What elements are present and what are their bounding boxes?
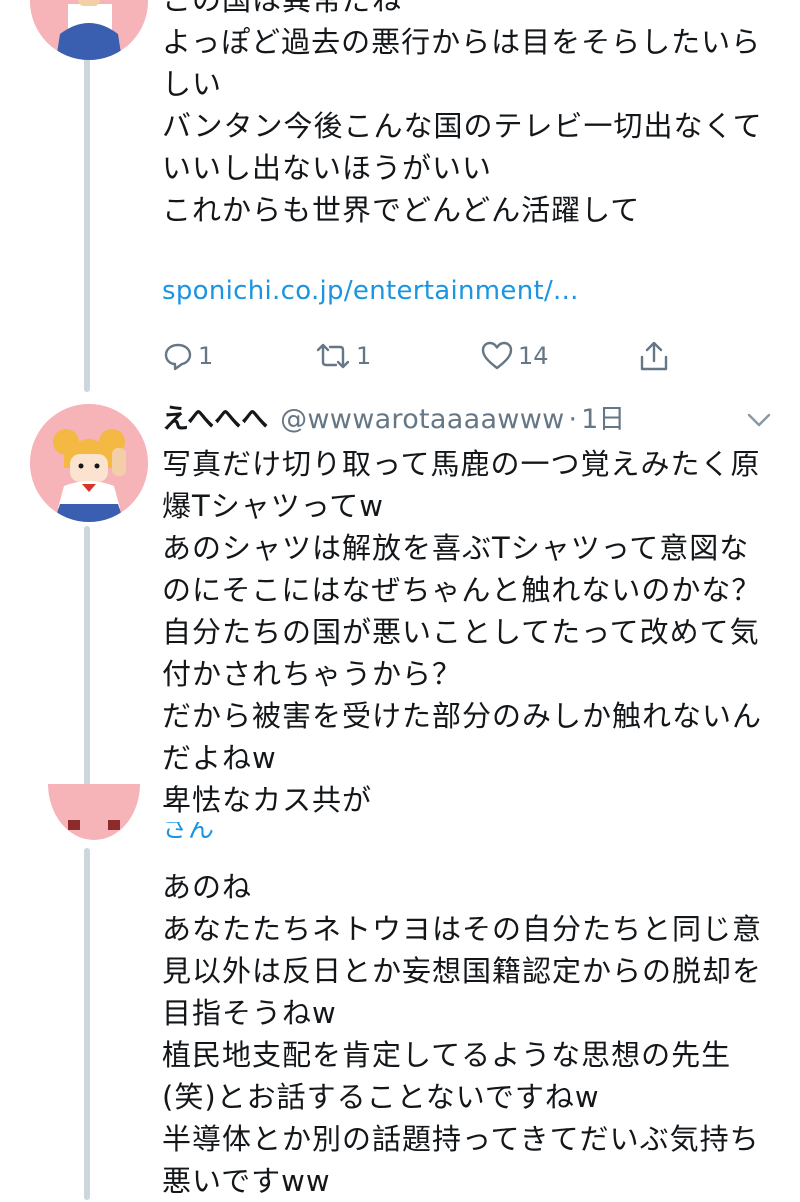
tweet3-line: (笑)とお話することないですねw	[162, 1080, 600, 1114]
like-button[interactable]: 14	[480, 336, 549, 376]
tweet2-line: のにそこにはなぜちゃんと触れないのかな？	[162, 573, 762, 607]
tweet2-line: 付かされちゃうから？	[162, 657, 463, 691]
like-count: 14	[518, 342, 549, 370]
tweet2-text: 写真だけ切り取って馬鹿の一つ覚えみたく原 爆Tシャツってw あのシャツは解放を喜…	[162, 443, 782, 821]
tweet1-line: しい	[162, 67, 223, 101]
avatar[interactable]	[30, 404, 148, 522]
tweet2-line: 卑怯なカス共が	[162, 783, 373, 817]
retweet-button[interactable]: 1	[314, 336, 371, 376]
tweet1-actions: 1 1 14	[162, 336, 682, 376]
tweet1-link[interactable]: sponichi.co.jp/entertainment/...	[162, 276, 579, 306]
retweet-count: 1	[356, 342, 372, 370]
timestamp[interactable]: 1日	[581, 404, 625, 435]
tweet3-text: あのね あなたたちネトウヨはその自分たちと同じ意 見以外は反日とか妄想国籍認定か…	[162, 866, 782, 1202]
tweet3-line: あのね	[162, 870, 253, 904]
reply-icon	[162, 340, 194, 372]
retweet-icon	[314, 340, 352, 372]
tweet3-line: 見以外は反日とか妄想国籍認定からの脱却を	[162, 954, 763, 988]
thread-line-bottom	[84, 848, 90, 1200]
separator: ·	[568, 404, 578, 435]
tweet2-header: えへへへ @wwwarotaaaawww · 1日	[162, 400, 625, 440]
chevron-down-icon[interactable]	[744, 410, 774, 434]
tweet1-line: これからも世界でどんどん活躍して	[162, 193, 641, 227]
tweet2-line: 爆Tシャツってw	[162, 489, 384, 523]
tweet2-line: あのシャツは解放を喜ぶTシャツって意図な	[162, 531, 750, 565]
tweet1-line: よっぽど過去の悪行からは目をそらしたいら	[162, 25, 762, 59]
tweet3-line: 悪いですww	[162, 1164, 331, 1198]
tweet3-line: 半導体とか別の話題持ってきてだいぶ気持ち	[162, 1122, 760, 1156]
display-name[interactable]: えへへへ	[162, 404, 268, 435]
tweet1-line: バンタン今後こんな国のテレビ一切出なくて	[162, 109, 763, 143]
share-icon	[638, 339, 670, 373]
tweet3-line: 植民地支配を肯定してるような思想の先生	[162, 1038, 732, 1072]
avatar[interactable]	[48, 784, 140, 840]
reply-button[interactable]: 1	[162, 336, 213, 376]
avatar[interactable]	[30, 0, 148, 60]
tweet1-text: この国は異常だね よっぽど過去の悪行からは目をそらしたいら しい バンタン今後こ…	[162, 0, 782, 231]
reply-count: 1	[198, 342, 214, 370]
share-button[interactable]	[638, 336, 670, 376]
tweet3-line: あなたたちネトウヨはその自分たちと同じ意	[162, 912, 763, 946]
tweet3-line: 目指そうねw	[162, 996, 337, 1030]
like-icon	[480, 340, 514, 372]
handle[interactable]: @wwwarotaaaawww	[280, 404, 564, 435]
tweet2-line: だから被害を受けた部分のみしか触れないん	[162, 699, 763, 733]
tweet2-line: 自分たちの国が悪いことしてたって改めて気	[162, 615, 760, 649]
tweet2-line: だよねw	[162, 741, 277, 775]
tweet1-line: いいし出ないほうがいい	[162, 151, 493, 185]
tweet1-line: この国は異常だね	[162, 0, 403, 17]
partial-display-name[interactable]: さん	[162, 822, 214, 848]
thread-line-middle	[84, 526, 90, 786]
tweet2-line: 写真だけ切り取って馬鹿の一つ覚えみたく原	[162, 447, 761, 481]
